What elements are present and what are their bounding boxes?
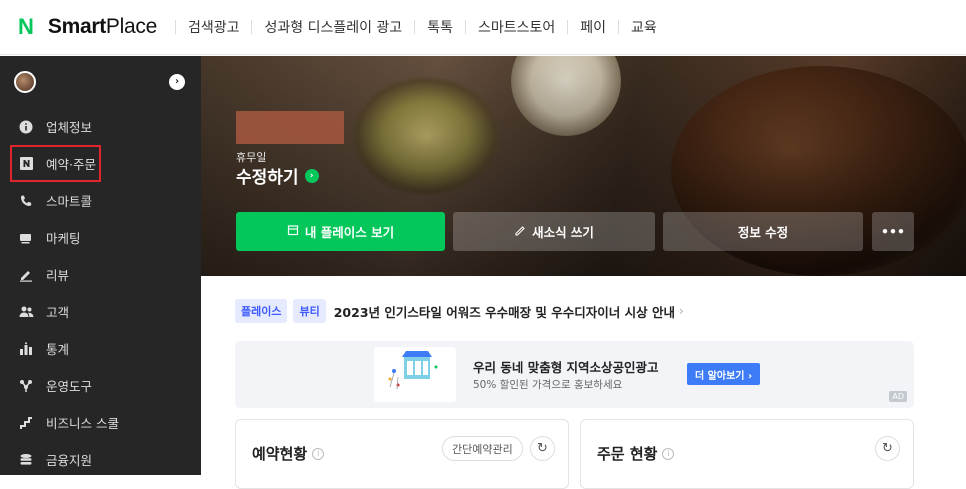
edit-holiday-link[interactable]: 수정하기 › [236, 163, 319, 188]
tag-beauty: 뷰티 [293, 299, 326, 323]
view-my-place-button[interactable]: 내 플레이스 보기 [236, 212, 445, 251]
info-icon [18, 119, 34, 135]
tag-place: 플레이스 [235, 299, 288, 323]
brand-rest: Place [105, 15, 157, 38]
write-news-button[interactable]: 새소식 쓰기 [453, 212, 655, 251]
card-title: 예약현황 i [252, 443, 325, 464]
nav-divider [464, 20, 466, 34]
top-nav: 검색광고 성과형 디스플레이 광고 톡톡 스마트스토어 페이 교육 [163, 17, 657, 37]
ad-banner[interactable]: 우리 동네 맞춤형 지역소상공인광고 50% 할인된 가격으로 홍보하세요 더 … [235, 341, 914, 408]
info-icon[interactable]: i [662, 447, 675, 460]
simple-reservation-button[interactable]: 간단예약관리 [442, 436, 523, 461]
sidebar-toggle-button[interactable]: › [169, 74, 185, 90]
nav-divider [567, 20, 569, 34]
reservation-status-card: 예약현황 i 간단예약관리 ↻ [235, 419, 569, 489]
sidebar-item-business-school[interactable]: 비즈니스 스쿨 [0, 404, 201, 441]
sidebar-item-business-info[interactable]: 업체정보 [0, 108, 201, 145]
chevron-right-icon: › [679, 304, 684, 318]
phone-icon [18, 193, 34, 209]
ad-subtitle: 50% 할인된 가격으로 홍보하세요 [473, 379, 623, 391]
promo-text: 2023년 인기스타일 어워즈 우수매장 및 우수디자이너 시상 안내 [333, 304, 675, 320]
refresh-icon[interactable]: ↻ [530, 436, 555, 461]
sidebar-item-marketing[interactable]: 마케팅 [0, 219, 201, 256]
coins-icon [18, 452, 34, 468]
store-icon [287, 224, 299, 239]
edit-label: 수정하기 [236, 168, 299, 188]
sidebar: › 업체정보 예약·주문 스마트콜 마케팅 리뷰 고객 통계 운영도구 비즈니스… [0, 56, 201, 475]
sidebar-header: › [0, 56, 201, 108]
sidebar-item-statistics[interactable]: 통계 [0, 330, 201, 367]
refresh-icon[interactable]: ↻ [875, 436, 900, 461]
sidebar-item-label: 통계 [46, 342, 70, 357]
nav-search-ads[interactable]: 검색광고 [188, 17, 240, 37]
ad-title: 우리 동네 맞춤형 지역소상공인광고 [473, 360, 659, 375]
avatar[interactable] [14, 71, 36, 93]
sidebar-item-label: 마케팅 [46, 231, 81, 246]
view-my-place-label: 내 플레이스 보기 [304, 225, 395, 240]
more-icon: ••• [881, 224, 905, 239]
learn-more-button[interactable]: 더 알아보기 › [687, 363, 761, 385]
orders-title: 주문 현황 [597, 445, 658, 463]
pencil-icon [514, 224, 526, 239]
order-status-card: 주문 현황 i ↻ [580, 419, 914, 489]
info-icon[interactable]: i [312, 447, 325, 460]
ad-badge: AD [889, 391, 907, 402]
pencil-icon [18, 267, 34, 283]
card-title: 주문 현황 i [597, 443, 675, 464]
sidebar-item-finance[interactable]: 금융지원 [0, 441, 201, 478]
business-name-redacted [236, 111, 344, 144]
sidebar-item-customers[interactable]: 고객 [0, 293, 201, 330]
nav-pay[interactable]: 페이 [580, 17, 606, 37]
promo-notice[interactable]: 플레이스 뷰티 2023년 인기스타일 어워즈 우수매장 및 우수디자이너 시상… [235, 299, 684, 323]
nav-divider [414, 20, 416, 34]
more-options-button[interactable]: ••• [872, 212, 914, 251]
ad-illustration [374, 347, 456, 402]
nav-smartstore[interactable]: 스마트스토어 [478, 17, 555, 37]
brand-bold: Smart [47, 15, 106, 38]
sidebar-item-label: 비즈니스 스쿨 [46, 416, 119, 431]
stairs-icon [18, 415, 34, 431]
top-header: N SmartPlace 검색광고 성과형 디스플레이 광고 톡톡 스마트스토어… [0, 0, 966, 55]
nav-education[interactable]: 교육 [631, 17, 657, 37]
bar-chart-icon [18, 341, 34, 357]
sidebar-item-reservation-order[interactable]: 예약·주문 [10, 145, 101, 182]
sidebar-item-label: 예약·주문 [46, 157, 96, 172]
sidebar-item-smartcall[interactable]: 스마트콜 [0, 182, 201, 219]
edit-info-label: 정보 수정 [737, 225, 789, 240]
nav-divider [174, 20, 176, 34]
reservation-title: 예약현황 [252, 445, 308, 463]
chevron-right-icon: › [304, 168, 319, 183]
smartplace-brand[interactable]: SmartPlace [48, 15, 157, 39]
nav-display-ads[interactable]: 성과형 디스플레이 광고 [264, 17, 402, 37]
sidebar-item-label: 고객 [46, 305, 70, 320]
hero-banner: 휴무일 수정하기 › 내 플레이스 보기 새소식 쓰기 정보 수정 ••• [201, 56, 966, 276]
nav-divider [618, 20, 619, 34]
sidebar-item-review[interactable]: 리뷰 [0, 256, 201, 293]
edit-info-button[interactable]: 정보 수정 [663, 212, 863, 251]
naver-n-icon [18, 156, 34, 172]
sidebar-item-label: 업체정보 [46, 120, 93, 135]
sidebar-item-tools[interactable]: 운영도구 [0, 367, 201, 404]
sidebar-item-label: 스마트콜 [46, 194, 93, 209]
users-icon [18, 304, 34, 320]
nav-talktalk[interactable]: 톡톡 [427, 17, 453, 37]
tools-icon [18, 378, 34, 394]
nav-divider [251, 20, 253, 34]
sidebar-item-label: 금융지원 [46, 453, 93, 468]
sidebar-item-label: 리뷰 [46, 268, 70, 283]
sidebar-item-label: 운영도구 [46, 379, 93, 394]
megaphone-icon [18, 230, 34, 246]
write-news-label: 새소식 쓰기 [532, 225, 594, 240]
naver-logo[interactable]: N [18, 14, 34, 40]
